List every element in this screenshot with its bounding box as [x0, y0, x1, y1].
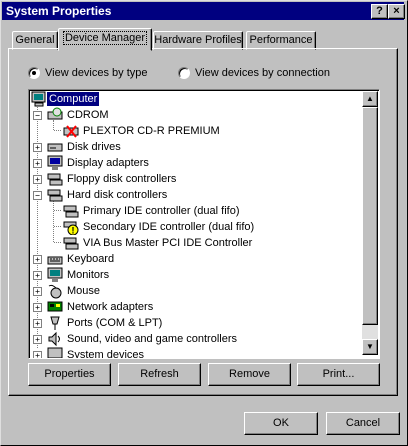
hdd-controller-icon [47, 189, 63, 202]
tree-item-label: Sound, video and game controllers [67, 333, 237, 345]
system-device-icon [47, 347, 63, 358]
close-button[interactable]: × [388, 4, 405, 19]
floppy-controller-icon [47, 173, 63, 186]
tree-item-monitors[interactable]: + Monitors [29, 267, 359, 283]
scroll-thumb[interactable] [362, 107, 378, 325]
ok-button[interactable]: OK [244, 412, 318, 435]
window-title: System Properties [6, 4, 112, 18]
tree-scrollbar[interactable]: ▲ ▼ [362, 91, 378, 355]
tree-item-primary-ide[interactable]: Primary IDE controller (dual fifo) [29, 203, 359, 219]
tree-item-secondary-ide[interactable]: ! Secondary IDE controller (dual fifo) [29, 219, 359, 235]
view-by-type-option[interactable]: View devices by type [28, 66, 168, 82]
tree-item-label: System devices [67, 349, 145, 359]
tree-item-label: Computer [45, 91, 101, 107]
computer-icon [31, 91, 46, 107]
expand-toggle[interactable]: + [33, 351, 42, 358]
tree-item-label: Secondary IDE controller (dual fifo) [83, 221, 255, 233]
tree-item-network-adapters[interactable]: + Network adapters [29, 299, 359, 315]
tree-item-system-devices[interactable]: + System devices [29, 347, 359, 359]
tree-item-plextor-cdr[interactable]: PLEXTOR CD-R PREMIUM [29, 123, 359, 139]
scroll-up-button[interactable]: ▲ [362, 91, 378, 107]
tree-item-label: Hard disk controllers [67, 189, 168, 201]
tree-item-hdd-controllers[interactable]: − Hard disk controllers [29, 187, 359, 203]
tab-device-manager-label: Device Manager [62, 31, 148, 45]
expand-toggle[interactable]: + [33, 175, 42, 184]
scroll-down-button[interactable]: ▼ [362, 339, 378, 355]
tree-item-label: Network adapters [67, 301, 154, 313]
tree-item-keyboard[interactable]: + Keyboard [29, 251, 359, 267]
radio-selected-dot [32, 71, 36, 75]
tree-item-cdrom[interactable]: − CDROM [29, 107, 359, 123]
tree-item-computer[interactable]: Computer [29, 91, 359, 107]
cdrom-icon [47, 107, 63, 120]
refresh-button[interactable]: Refresh [118, 363, 201, 386]
tree-item-label: Keyboard [67, 253, 115, 265]
tab-hardware-profiles-label: Hardware Profiles [154, 34, 242, 46]
view-by-connection-option[interactable]: View devices by connection [178, 66, 348, 82]
sound-icon [48, 331, 60, 347]
tree-item-label: Monitors [67, 269, 110, 281]
port-icon [50, 316, 60, 330]
cdrom-disabled-icon [63, 125, 79, 138]
collapse-toggle[interactable]: − [33, 191, 42, 200]
tree-item-label: Display adapters [67, 157, 149, 169]
tree-item-label: Primary IDE controller (dual fifo) [83, 205, 240, 217]
expand-toggle[interactable]: + [33, 255, 42, 264]
tree-item-label: Mouse [67, 285, 101, 297]
cancel-button[interactable]: Cancel [326, 412, 400, 435]
tree-item-label: Floppy disk controllers [67, 173, 177, 185]
ide-controller-icon [63, 205, 79, 218]
view-by-connection-label: View devices by connection [195, 67, 330, 79]
keyboard-icon [47, 256, 63, 265]
expand-toggle[interactable]: + [33, 303, 42, 312]
tree-item-ports[interactable]: + Ports (COM & LPT) [29, 315, 359, 331]
tree-item-label: Disk drives [67, 141, 121, 153]
tree-item-floppy-controllers[interactable]: + Floppy disk controllers [29, 171, 359, 187]
expand-toggle[interactable]: + [33, 335, 42, 344]
tree-item-disk-drives[interactable]: + Disk drives [29, 139, 359, 155]
title-bar[interactable]: System Properties ? × [2, 2, 405, 20]
tab-performance-label: Performance [249, 34, 313, 46]
tree-item-label: CDROM [67, 109, 109, 121]
remove-button[interactable]: Remove [208, 363, 291, 386]
disk-drive-icon [47, 143, 63, 152]
expand-toggle[interactable]: + [33, 159, 42, 168]
device-tree[interactable]: Computer − CDROM PLEXTOR CD-R PREMIUM + … [28, 89, 380, 359]
network-adapter-icon [47, 301, 63, 312]
tree-item-sound[interactable]: + Sound, video and game controllers [29, 331, 359, 347]
tree-item-via-ide[interactable]: VIA Bus Master PCI IDE Controller [29, 235, 359, 251]
expand-toggle[interactable]: + [33, 319, 42, 328]
tab-general-label: General [15, 34, 55, 46]
properties-button[interactable]: Properties [28, 363, 111, 386]
monitor-icon [47, 267, 63, 282]
view-by-type-label: View devices by type [45, 67, 148, 79]
tree-item-label: PLEXTOR CD-R PREMIUM [83, 125, 220, 137]
help-button[interactable]: ? [371, 4, 388, 19]
display-adapter-icon [47, 155, 63, 170]
collapse-toggle[interactable]: − [33, 111, 42, 120]
tree-item-mouse[interactable]: + Mouse [29, 283, 359, 299]
mouse-icon [48, 284, 62, 299]
ide-controller-warning-icon: ! [63, 221, 79, 236]
tree-item-label: Ports (COM & LPT) [67, 317, 163, 329]
tree-item-label: VIA Bus Master PCI IDE Controller [83, 237, 253, 249]
svg-text:!: ! [72, 226, 75, 236]
expand-toggle[interactable]: + [33, 143, 42, 152]
view-by-connection-radio[interactable] [178, 67, 190, 79]
print-button[interactable]: Print... [297, 363, 380, 386]
expand-toggle[interactable]: + [33, 271, 42, 280]
tab-device-manager[interactable]: Device Manager [58, 28, 152, 51]
tree-item-display-adapters[interactable]: + Display adapters [29, 155, 359, 171]
expand-toggle[interactable]: + [33, 287, 42, 296]
view-by-type-radio[interactable] [28, 67, 40, 79]
ide-controller-icon [63, 237, 79, 250]
